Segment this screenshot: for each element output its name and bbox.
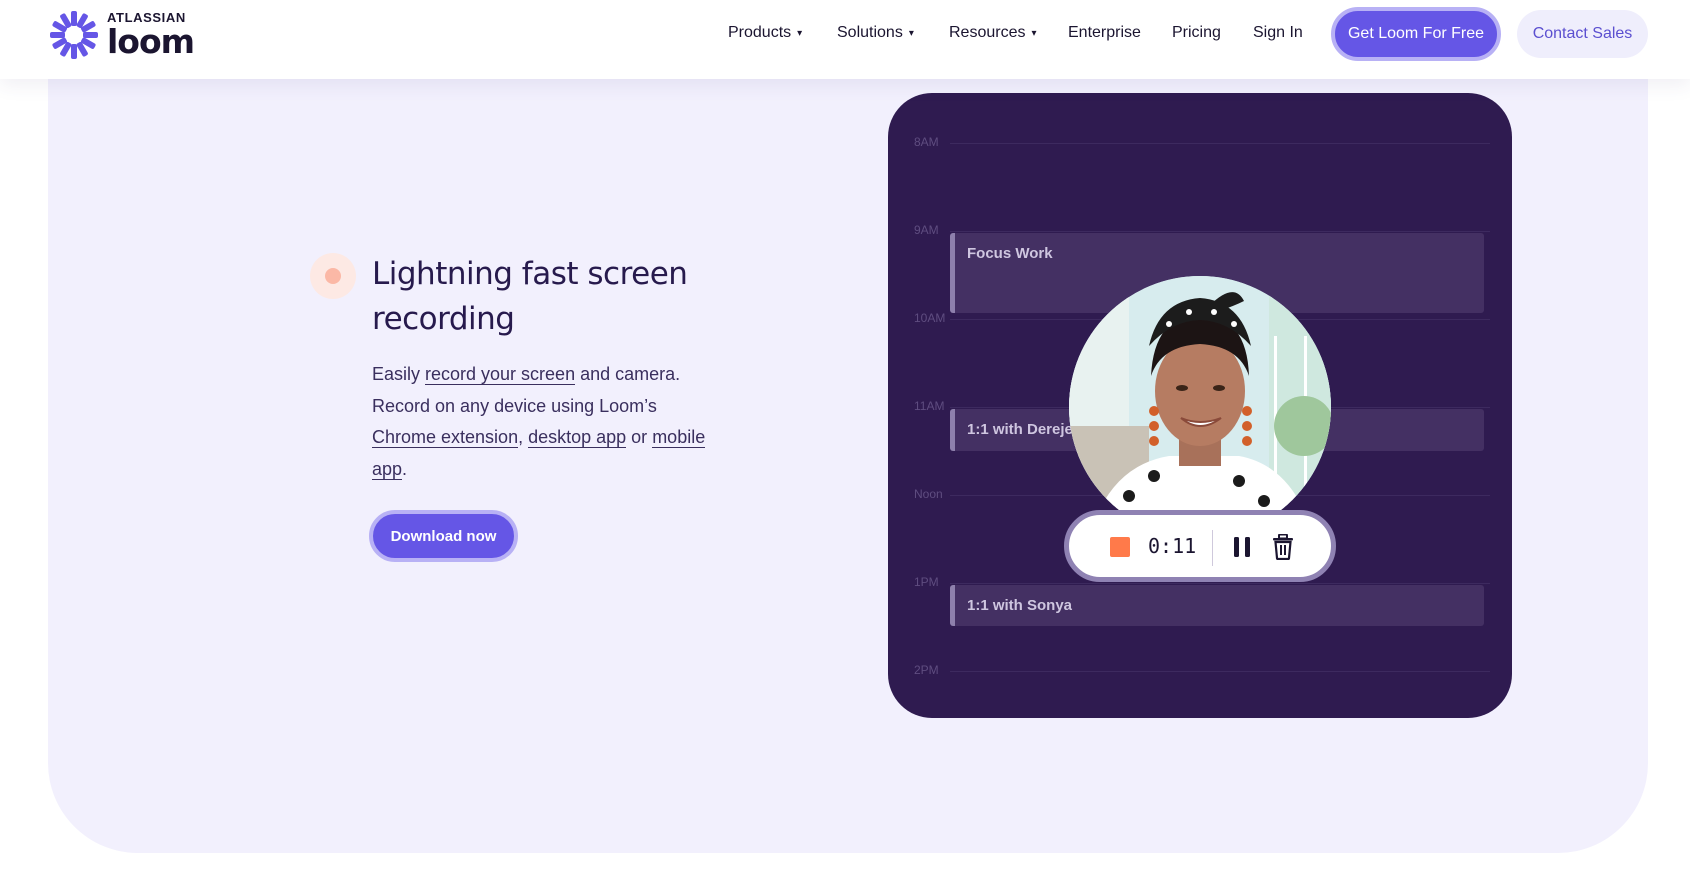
download-now-button[interactable]: Download now bbox=[369, 510, 518, 562]
event-title: 1:1 with Sonya bbox=[967, 597, 1073, 614]
nav-sign-in[interactable]: Sign In bbox=[1253, 24, 1303, 42]
feature-heading: Lightning fast screen recording bbox=[372, 256, 688, 337]
trash-icon[interactable] bbox=[1272, 534, 1294, 560]
nav-products[interactable]: Products ▾ bbox=[728, 24, 802, 42]
nav-products-label: Products bbox=[728, 24, 792, 41]
nav-pricing[interactable]: Pricing bbox=[1172, 24, 1221, 42]
nav-solutions-label: Solutions bbox=[837, 24, 903, 41]
camera-bubble[interactable] bbox=[1069, 276, 1331, 538]
feature-description: Easily record your screen and camera. Re… bbox=[372, 359, 712, 485]
recording-controls: 0:11 bbox=[1064, 510, 1336, 582]
hour-label: 11AM bbox=[914, 399, 945, 413]
nav-solutions[interactable]: Solutions ▾ bbox=[837, 24, 914, 42]
nav-sign-in-label: Sign In bbox=[1253, 24, 1303, 41]
logo-product: loom bbox=[107, 22, 195, 61]
calendar-event-sonya[interactable]: 1:1 with Sonya bbox=[950, 585, 1484, 626]
chevron-down-icon: ▾ bbox=[1031, 28, 1037, 39]
nav-resources[interactable]: Resources ▾ bbox=[949, 24, 1037, 42]
feature-indicator-core bbox=[325, 268, 341, 284]
hour-label: 1PM bbox=[914, 575, 939, 589]
loom-logo[interactable]: ATLASSIAN loom bbox=[49, 10, 195, 61]
controls-divider bbox=[1212, 530, 1213, 566]
desc-text-3: , bbox=[518, 427, 529, 447]
desktop-app-link[interactable]: desktop app bbox=[528, 427, 627, 448]
desc-text-4: or bbox=[626, 427, 653, 447]
site-header: ATLASSIAN loom Products ▾ Solutions ▾ Reso… bbox=[0, 0, 1690, 79]
hour-label: 8AM bbox=[914, 135, 939, 149]
hour-row: 2PM bbox=[888, 663, 1512, 683]
desc-text-5: . bbox=[402, 458, 408, 479]
contact-sales-button[interactable]: Contact Sales bbox=[1517, 10, 1648, 58]
nav-enterprise-label: Enterprise bbox=[1068, 24, 1141, 41]
hour-label: Noon bbox=[914, 487, 943, 501]
chrome-extension-link[interactable]: Chrome extension bbox=[372, 427, 519, 448]
event-title: 1:1 with Dereje bbox=[967, 421, 1073, 438]
loom-logo-icon bbox=[50, 11, 98, 59]
record-screen-link[interactable]: record your screen bbox=[425, 364, 576, 385]
hour-row: 8AM bbox=[888, 135, 1512, 155]
desc-text-1: Easily bbox=[372, 364, 426, 384]
recording-timer: 0:11 bbox=[1148, 534, 1197, 558]
hour-divider bbox=[950, 671, 1490, 672]
feature-indicator-dot bbox=[310, 253, 356, 299]
pause-icon[interactable] bbox=[1233, 536, 1251, 558]
hour-label: 9AM bbox=[914, 223, 939, 237]
chevron-down-icon: ▾ bbox=[797, 28, 803, 39]
chevron-down-icon: ▾ bbox=[908, 28, 914, 39]
stop-icon[interactable] bbox=[1110, 537, 1130, 557]
event-title: Focus Work bbox=[967, 245, 1053, 262]
hour-divider bbox=[950, 231, 1490, 232]
presenter-video bbox=[1069, 276, 1331, 538]
nav-enterprise[interactable]: Enterprise bbox=[1068, 24, 1141, 42]
hour-label: 2PM bbox=[914, 663, 939, 677]
hour-label: 10AM bbox=[914, 311, 946, 325]
nav-resources-label: Resources bbox=[949, 24, 1026, 41]
hour-divider bbox=[950, 583, 1490, 584]
hour-divider bbox=[950, 143, 1490, 144]
nav-pricing-label: Pricing bbox=[1172, 24, 1221, 41]
get-loom-free-button[interactable]: Get Loom For Free bbox=[1331, 7, 1501, 61]
